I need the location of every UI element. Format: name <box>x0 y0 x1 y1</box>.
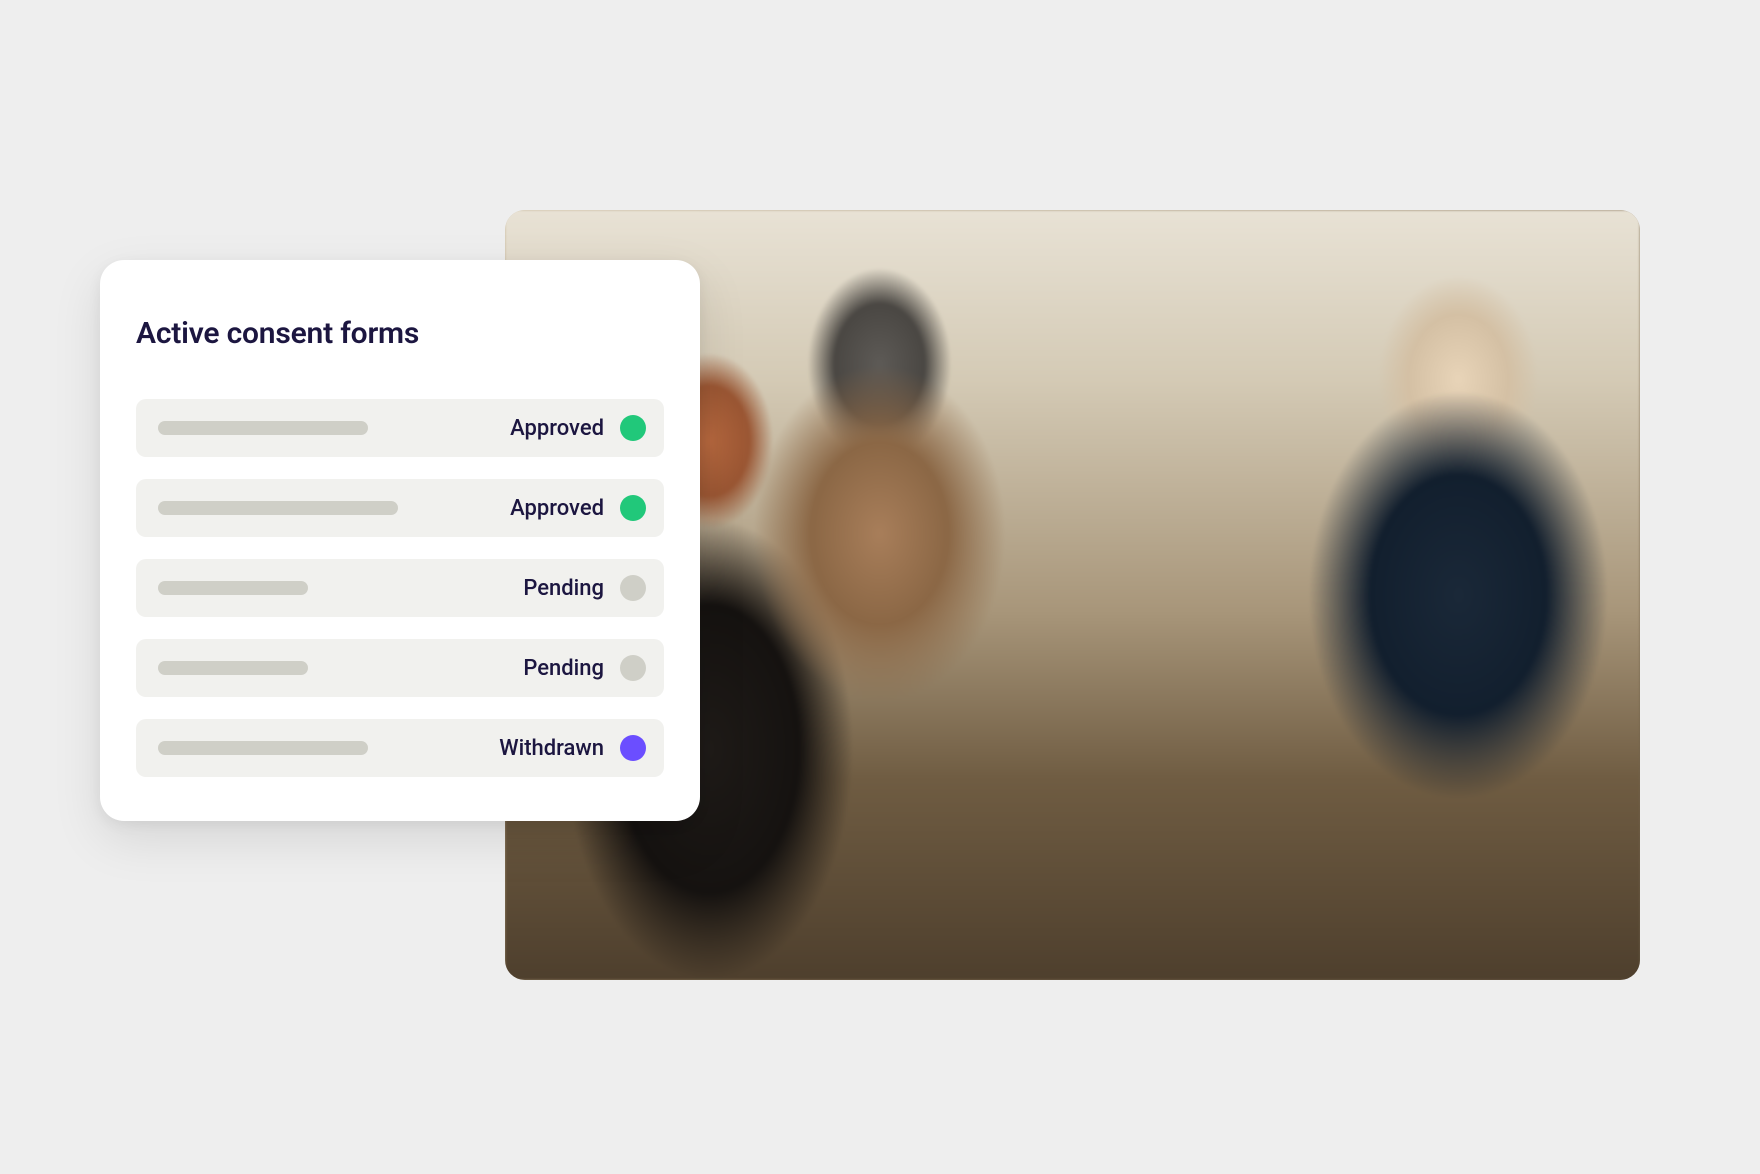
status-dot-icon <box>620 495 646 521</box>
consent-row[interactable]: Pending <box>136 639 664 697</box>
placeholder-bar <box>158 501 398 515</box>
status-dot-icon <box>620 735 646 761</box>
status-label: Pending <box>523 576 604 601</box>
status-dot-icon <box>620 575 646 601</box>
status-dot-icon <box>620 415 646 441</box>
placeholder-bar <box>158 581 308 595</box>
consent-row[interactable]: Withdrawn <box>136 719 664 777</box>
placeholder-bar <box>158 421 368 435</box>
card-title: Active consent forms <box>136 316 664 351</box>
placeholder-bar <box>158 661 308 675</box>
consent-row[interactable]: Pending <box>136 559 664 617</box>
consent-forms-card: Active consent forms Approved Approved P… <box>100 260 700 821</box>
canvas: Active consent forms Approved Approved P… <box>0 0 1760 1174</box>
status-label: Approved <box>510 496 604 521</box>
consent-rows: Approved Approved Pending Pending <box>136 399 664 777</box>
status-label: Pending <box>523 656 604 681</box>
placeholder-bar <box>158 741 368 755</box>
consent-row[interactable]: Approved <box>136 399 664 457</box>
consent-row[interactable]: Approved <box>136 479 664 537</box>
status-dot-icon <box>620 655 646 681</box>
status-label: Approved <box>510 416 604 441</box>
status-label: Withdrawn <box>499 736 604 761</box>
